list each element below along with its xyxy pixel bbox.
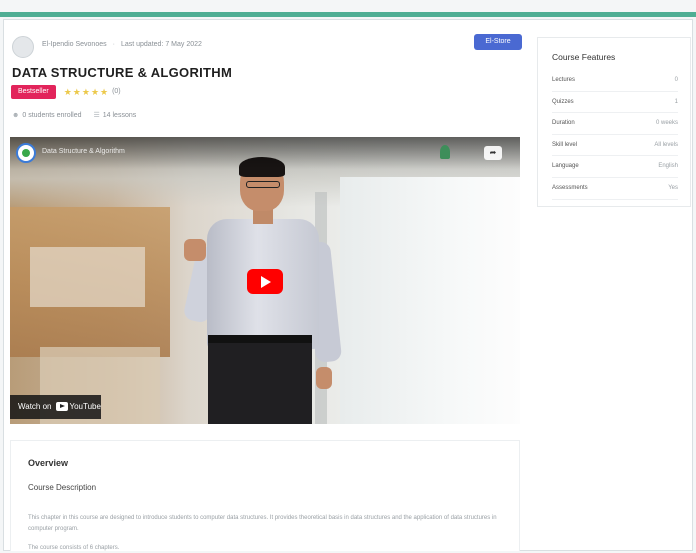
play-icon[interactable] bbox=[247, 269, 283, 294]
channel-logo-icon[interactable] bbox=[16, 143, 36, 163]
lessons-stat: ☰ 14 lessons bbox=[93, 112, 136, 119]
presenter-hand-right bbox=[316, 367, 332, 389]
feature-row-quizzes: Quizzes 1 bbox=[552, 92, 678, 114]
feature-label: Assessments bbox=[552, 184, 588, 191]
overview-section: Overview Course Description This chapter… bbox=[10, 440, 520, 551]
watch-on-youtube-button[interactable]: Watch on YouTube bbox=[10, 395, 101, 419]
feature-value: 1 bbox=[674, 98, 678, 105]
feature-row-language: Language English bbox=[552, 156, 678, 178]
course-description-more: The course consists of 6 chapters. bbox=[28, 545, 120, 551]
meta-separator: · bbox=[112, 41, 115, 48]
course-title: DATA STRUCTURE & ALGORITHM bbox=[12, 65, 233, 80]
rating-count: (0) bbox=[112, 88, 121, 95]
watch-on-label: Watch on bbox=[18, 402, 52, 411]
feature-value: All levels bbox=[654, 141, 678, 148]
lessons-count: 14 lessons bbox=[102, 112, 137, 119]
course-features-card: Course Features Lectures 0 Quizzes 1 Durat… bbox=[537, 37, 691, 207]
last-updated: Last updated: 7 May 2022 bbox=[120, 41, 202, 48]
file-icon: ☰ bbox=[93, 112, 100, 119]
feature-label: Quizzes bbox=[552, 98, 574, 105]
youtube-icon bbox=[55, 402, 68, 412]
course-description-heading: Course Description bbox=[28, 483, 97, 492]
feature-row-lectures: Lectures 0 bbox=[552, 70, 678, 92]
feature-row-skill-level: Skill level All levels bbox=[552, 135, 678, 157]
feature-label: Skill level bbox=[552, 141, 578, 148]
course-stats: ☻ 0 students enrolled ☰ 14 lessons bbox=[12, 111, 146, 119]
presenter-hand-left bbox=[184, 239, 206, 261]
course-meta-row: El-Ipendio Sevonoes · Last updated: 7 May … bbox=[12, 34, 522, 58]
feature-value: 0 bbox=[674, 77, 678, 83]
video-title[interactable]: Data Structure & Algorithm bbox=[42, 148, 125, 155]
youtube-brand: YouTube bbox=[69, 402, 101, 411]
presenter-glasses bbox=[246, 181, 280, 188]
feature-value: Yes bbox=[668, 184, 678, 191]
rating-stars: ★★★★★ bbox=[63, 87, 110, 97]
feature-value: English bbox=[658, 163, 678, 170]
students-count: 0 students enrolled bbox=[22, 112, 82, 119]
course-description-text: This chapter in this course are designed… bbox=[28, 515, 497, 532]
bestseller-badge: Bestseller bbox=[11, 85, 56, 99]
top-accent-bar bbox=[0, 12, 696, 17]
feature-label: Language bbox=[552, 163, 579, 170]
feature-value: 0 weeks bbox=[655, 120, 678, 127]
presenter-belt bbox=[208, 335, 312, 343]
badge-row: Bestseller ★★★★★ (0) bbox=[11, 85, 121, 99]
course-meta-text: El-Ipendio Sevonoes · Last updated: 7 May … bbox=[42, 41, 202, 48]
course-features-title: Course Features bbox=[552, 52, 616, 62]
instructor-name[interactable]: El-Ipendio Sevonoes bbox=[42, 41, 107, 48]
feature-label: Lectures bbox=[552, 77, 576, 83]
feature-row-assessments: Assessments Yes bbox=[552, 178, 678, 200]
instructor-avatar[interactable] bbox=[12, 36, 34, 58]
course-features-list: Lectures 0 Quizzes 1 Duration 0 weeks Skill… bbox=[552, 70, 678, 200]
presenter-pants bbox=[208, 337, 312, 424]
feature-row-duration: Duration 0 weeks bbox=[552, 113, 678, 135]
share-icon[interactable]: ➦ bbox=[484, 146, 502, 160]
video-title-bar: Data Structure & Algorithm ➦ bbox=[10, 137, 520, 169]
video-player[interactable]: Data Structure & Algorithm ➦ Watch on You… bbox=[10, 137, 520, 424]
category-button[interactable]: El-Store bbox=[474, 34, 522, 50]
overview-title: Overview bbox=[28, 458, 69, 468]
feature-label: Duration bbox=[552, 120, 575, 127]
user-icon: ☻ bbox=[12, 112, 20, 119]
students-stat: ☻ 0 students enrolled bbox=[12, 112, 82, 119]
watch-later-icon[interactable] bbox=[440, 145, 450, 159]
